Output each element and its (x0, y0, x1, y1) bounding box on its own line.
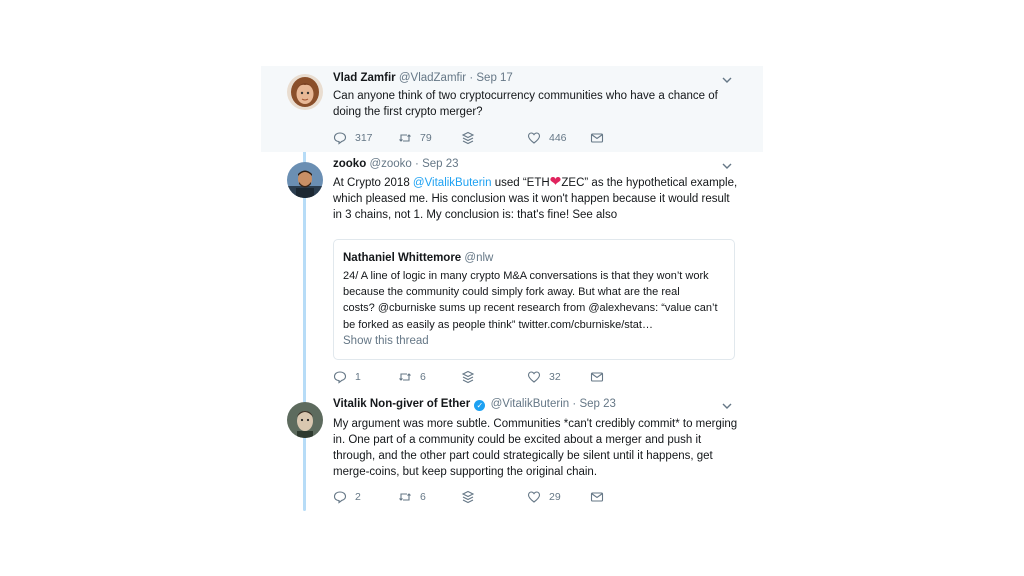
tweet-header: zooko @zooko · Sep 23 (333, 158, 459, 170)
stack-icon (461, 370, 475, 384)
heart-icon (527, 131, 541, 145)
reply-icon (333, 131, 347, 145)
quoted-user-name: Nathaniel Whittemore (343, 252, 462, 264)
stack-button[interactable] (461, 489, 475, 505)
stack-button[interactable] (461, 369, 475, 385)
retweet-button[interactable]: 79 (398, 130, 432, 146)
chevron-down-icon[interactable] (721, 74, 733, 86)
tweet-vladzamfir[interactable]: Vlad Zamfir @VladZamfir · Sep 17 Can any… (261, 66, 763, 152)
heart-icon (527, 490, 541, 504)
message-icon (590, 490, 604, 504)
text-fragment: ZEC” as the hypothetical example, (561, 177, 738, 189)
tweet-text: Can anyone think of two cryptocurrency c… (333, 88, 738, 120)
retweet-button[interactable]: 6 (398, 489, 426, 505)
tweet-text-line: doing the first crypto merger? (333, 106, 483, 118)
quoted-tweet-text: 24/ A line of logic in many crypto M&A c… (343, 268, 727, 333)
tweet-text: At Crypto 2018 @VitalikButerin used “ETH… (333, 173, 738, 223)
like-button[interactable]: 32 (527, 369, 561, 385)
stack-icon (461, 490, 475, 504)
user-handle[interactable]: @VladZamfir (399, 72, 466, 84)
quoted-text-line: because the community could simply fork … (343, 286, 680, 299)
tweet-text-line: Can anyone think of two cryptocurrency c… (333, 90, 718, 102)
message-button[interactable] (590, 369, 604, 385)
tweet-text: My argument was more subtle. Communities… (333, 416, 738, 480)
avatar[interactable] (287, 74, 323, 110)
like-button[interactable]: 446 (527, 130, 567, 146)
separator: · (572, 398, 577, 410)
tweet-text-line: which pleased me. His conclusion was it … (333, 193, 730, 205)
message-icon (590, 370, 604, 384)
avatar[interactable] (287, 162, 323, 198)
user-handle[interactable]: @zooko (369, 158, 411, 170)
quoted-tweet-header: Nathaniel Whittemore @nlw (343, 252, 493, 264)
retweet-count: 6 (420, 491, 426, 503)
tweet-date[interactable]: Sep 17 (476, 72, 512, 84)
reply-count: 1 (355, 371, 361, 383)
chevron-down-icon[interactable] (721, 400, 733, 412)
separator: · (415, 158, 419, 170)
tweet-actions: 2 6 29 (333, 489, 633, 505)
tweet-text-line: through, and the other part could strate… (333, 450, 713, 462)
tweet-text-line: My argument was more subtle. Communities… (333, 418, 738, 430)
tweet-actions: 317 79 446 (333, 130, 633, 146)
tweet-text-line: merge-coins, but keep supporting the ori… (333, 466, 598, 478)
tweet-header: Vitalik Non-giver of Ether ✓ @VitalikBut… (333, 398, 616, 411)
stack-button[interactable] (461, 130, 475, 146)
reply-button[interactable]: 317 (333, 130, 373, 146)
quoted-text-line: 24/ A line of logic in many crypto M&A c… (343, 270, 709, 282)
user-name[interactable]: Vitalik Non-giver of Ether (333, 398, 470, 410)
retweet-count: 79 (420, 132, 432, 144)
quoted-user-handle: @nlw (464, 252, 494, 264)
message-button[interactable] (590, 130, 604, 146)
retweet-icon (398, 490, 412, 504)
reply-count: 2 (355, 491, 361, 503)
chevron-down-icon[interactable] (721, 160, 733, 172)
heart-icon (527, 370, 541, 384)
retweet-icon (398, 370, 412, 384)
tweet-text-line: in 3 chains, not 1. My conclusion is: th… (333, 209, 618, 221)
like-count: 32 (549, 371, 561, 383)
quoted-tweet[interactable]: Nathaniel Whittemore @nlw 24/ A line of … (333, 239, 735, 360)
tweet-text-line: At Crypto 2018 @VitalikButerin used “ETH… (333, 173, 738, 191)
separator: · (469, 72, 474, 84)
message-button[interactable] (590, 489, 604, 505)
retweet-count: 6 (420, 371, 426, 383)
reply-icon (333, 490, 347, 504)
avatar[interactable] (287, 402, 323, 438)
tweet-actions: 1 6 32 (333, 369, 633, 385)
tweet-date[interactable]: Sep 23 (422, 158, 458, 170)
reply-button[interactable]: 1 (333, 369, 361, 385)
mention-link[interactable]: @VitalikButerin (413, 177, 492, 189)
tweet-header: Vlad Zamfir @VladZamfir · Sep 17 (333, 72, 513, 84)
quoted-text-line: costs? @cburniske sums up recent researc… (343, 302, 718, 315)
message-icon (590, 131, 604, 145)
like-count: 446 (549, 132, 567, 144)
reply-icon (333, 370, 347, 384)
show-thread-link[interactable]: Show this thread (343, 335, 429, 347)
user-handle[interactable]: @VitalikButerin (491, 398, 570, 410)
user-name[interactable]: Vlad Zamfir (333, 72, 396, 84)
heart-emoji: ❤ (549, 173, 562, 189)
verified-icon: ✓ (474, 400, 486, 411)
tweet-zooko[interactable]: zooko @zooko · Sep 23 At Crypto 2018 @Vi… (261, 152, 763, 392)
quoted-text-line: be forked as easily as people think” twi… (343, 318, 653, 331)
reply-count: 317 (355, 132, 373, 144)
retweet-icon (398, 131, 412, 145)
reply-button[interactable]: 2 (333, 489, 361, 505)
text-fragment: used “ETH (491, 177, 550, 189)
like-count: 29 (549, 491, 561, 503)
text-fragment: At Crypto 2018 (333, 177, 413, 189)
tweet-text-line: in. One part of a community could be exc… (333, 434, 702, 446)
tweet-vitalikbuterin[interactable]: Vitalik Non-giver of Ether ✓ @VitalikBut… (261, 392, 763, 512)
retweet-button[interactable]: 6 (398, 369, 426, 385)
stack-icon (461, 131, 475, 145)
like-button[interactable]: 29 (527, 489, 561, 505)
user-name[interactable]: zooko (333, 158, 366, 170)
tweet-date[interactable]: Sep 23 (579, 398, 615, 410)
